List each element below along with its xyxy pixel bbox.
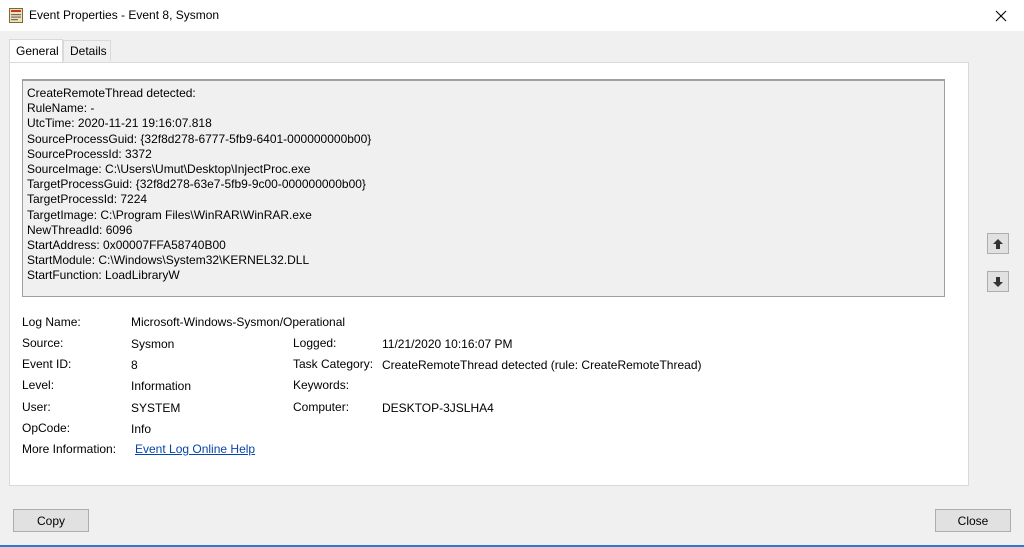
event-id-value: 8 [131, 358, 138, 372]
close-button[interactable]: Close [935, 509, 1011, 532]
task-category-value: CreateRemoteThread detected (rule: Creat… [382, 358, 702, 372]
description-line: UtcTime: 2020-11-21 19:16:07.818 [27, 116, 212, 131]
previous-event-button[interactable] [987, 233, 1009, 254]
description-line: SourceProcessId: 3372 [27, 146, 152, 161]
description-line: TargetProcessGuid: {32f8d278-63e7-5fb9-9… [27, 177, 366, 192]
close-icon [995, 10, 1007, 21]
event-log-online-help-link[interactable]: Event Log Online Help [135, 442, 255, 456]
description-line: StartModule: C:\Windows\System32\KERNEL3… [27, 253, 310, 268]
opcode-value: Info [131, 422, 152, 436]
arrow-up-icon [993, 238, 1003, 249]
level-label: Level: [22, 378, 55, 392]
next-event-button[interactable] [987, 271, 1009, 292]
window-title: Event Properties - Event 8, Sysmon [29, 8, 220, 22]
user-label: User: [22, 400, 51, 414]
user-value: SYSTEM [131, 401, 181, 415]
computer-label: Computer: [293, 400, 350, 414]
opcode-label: OpCode: [22, 421, 71, 435]
log-name-label: Log Name: [22, 315, 81, 329]
event-viewer-icon [9, 8, 23, 23]
description-line: StartFunction: LoadLibraryW [27, 268, 180, 283]
window-close-button[interactable] [978, 0, 1024, 31]
tab-details[interactable]: Details [63, 40, 111, 61]
description-line: StartAddress: 0x00007FFA58740B00 [27, 238, 226, 253]
logged-value: 11/21/2020 10:16:07 PM [382, 337, 513, 351]
event-description-box[interactable]: CreateRemoteThread detected: RuleName: -… [22, 79, 945, 297]
description-line: TargetImage: C:\Program Files\WinRAR\Win… [27, 207, 312, 222]
more-information-label: More Information: [22, 442, 117, 456]
tab-general[interactable]: General [9, 39, 63, 62]
description-line: CreateRemoteThread detected: [27, 86, 196, 100]
title-bar: Event Properties - Event 8, Sysmon [0, 0, 1024, 31]
source-value: Sysmon [131, 337, 175, 351]
event-id-label: Event ID: [22, 357, 72, 371]
description-line: SourceImage: C:\Users\Umut\Desktop\Injec… [27, 162, 311, 177]
keywords-label: Keywords: [293, 378, 350, 392]
computer-value: DESKTOP-3JSLHA4 [382, 401, 494, 415]
description-line: SourceProcessGuid: {32f8d278-6777-5fb9-6… [27, 131, 372, 146]
log-name-value: Microsoft-Windows-Sysmon/Operational [131, 315, 346, 329]
source-label: Source: [22, 336, 64, 350]
level-value: Information [131, 379, 192, 393]
copy-button[interactable]: Copy [13, 509, 89, 532]
description-line: RuleName: - [27, 101, 95, 116]
description-line: NewThreadId: 6096 [27, 222, 133, 237]
description-line: TargetProcessId: 7224 [27, 192, 148, 207]
general-panel: CreateRemoteThread detected: RuleName: -… [9, 62, 969, 486]
task-category-label: Task Category: [293, 357, 374, 371]
logged-label: Logged: [293, 336, 337, 350]
arrow-down-icon [993, 276, 1003, 287]
